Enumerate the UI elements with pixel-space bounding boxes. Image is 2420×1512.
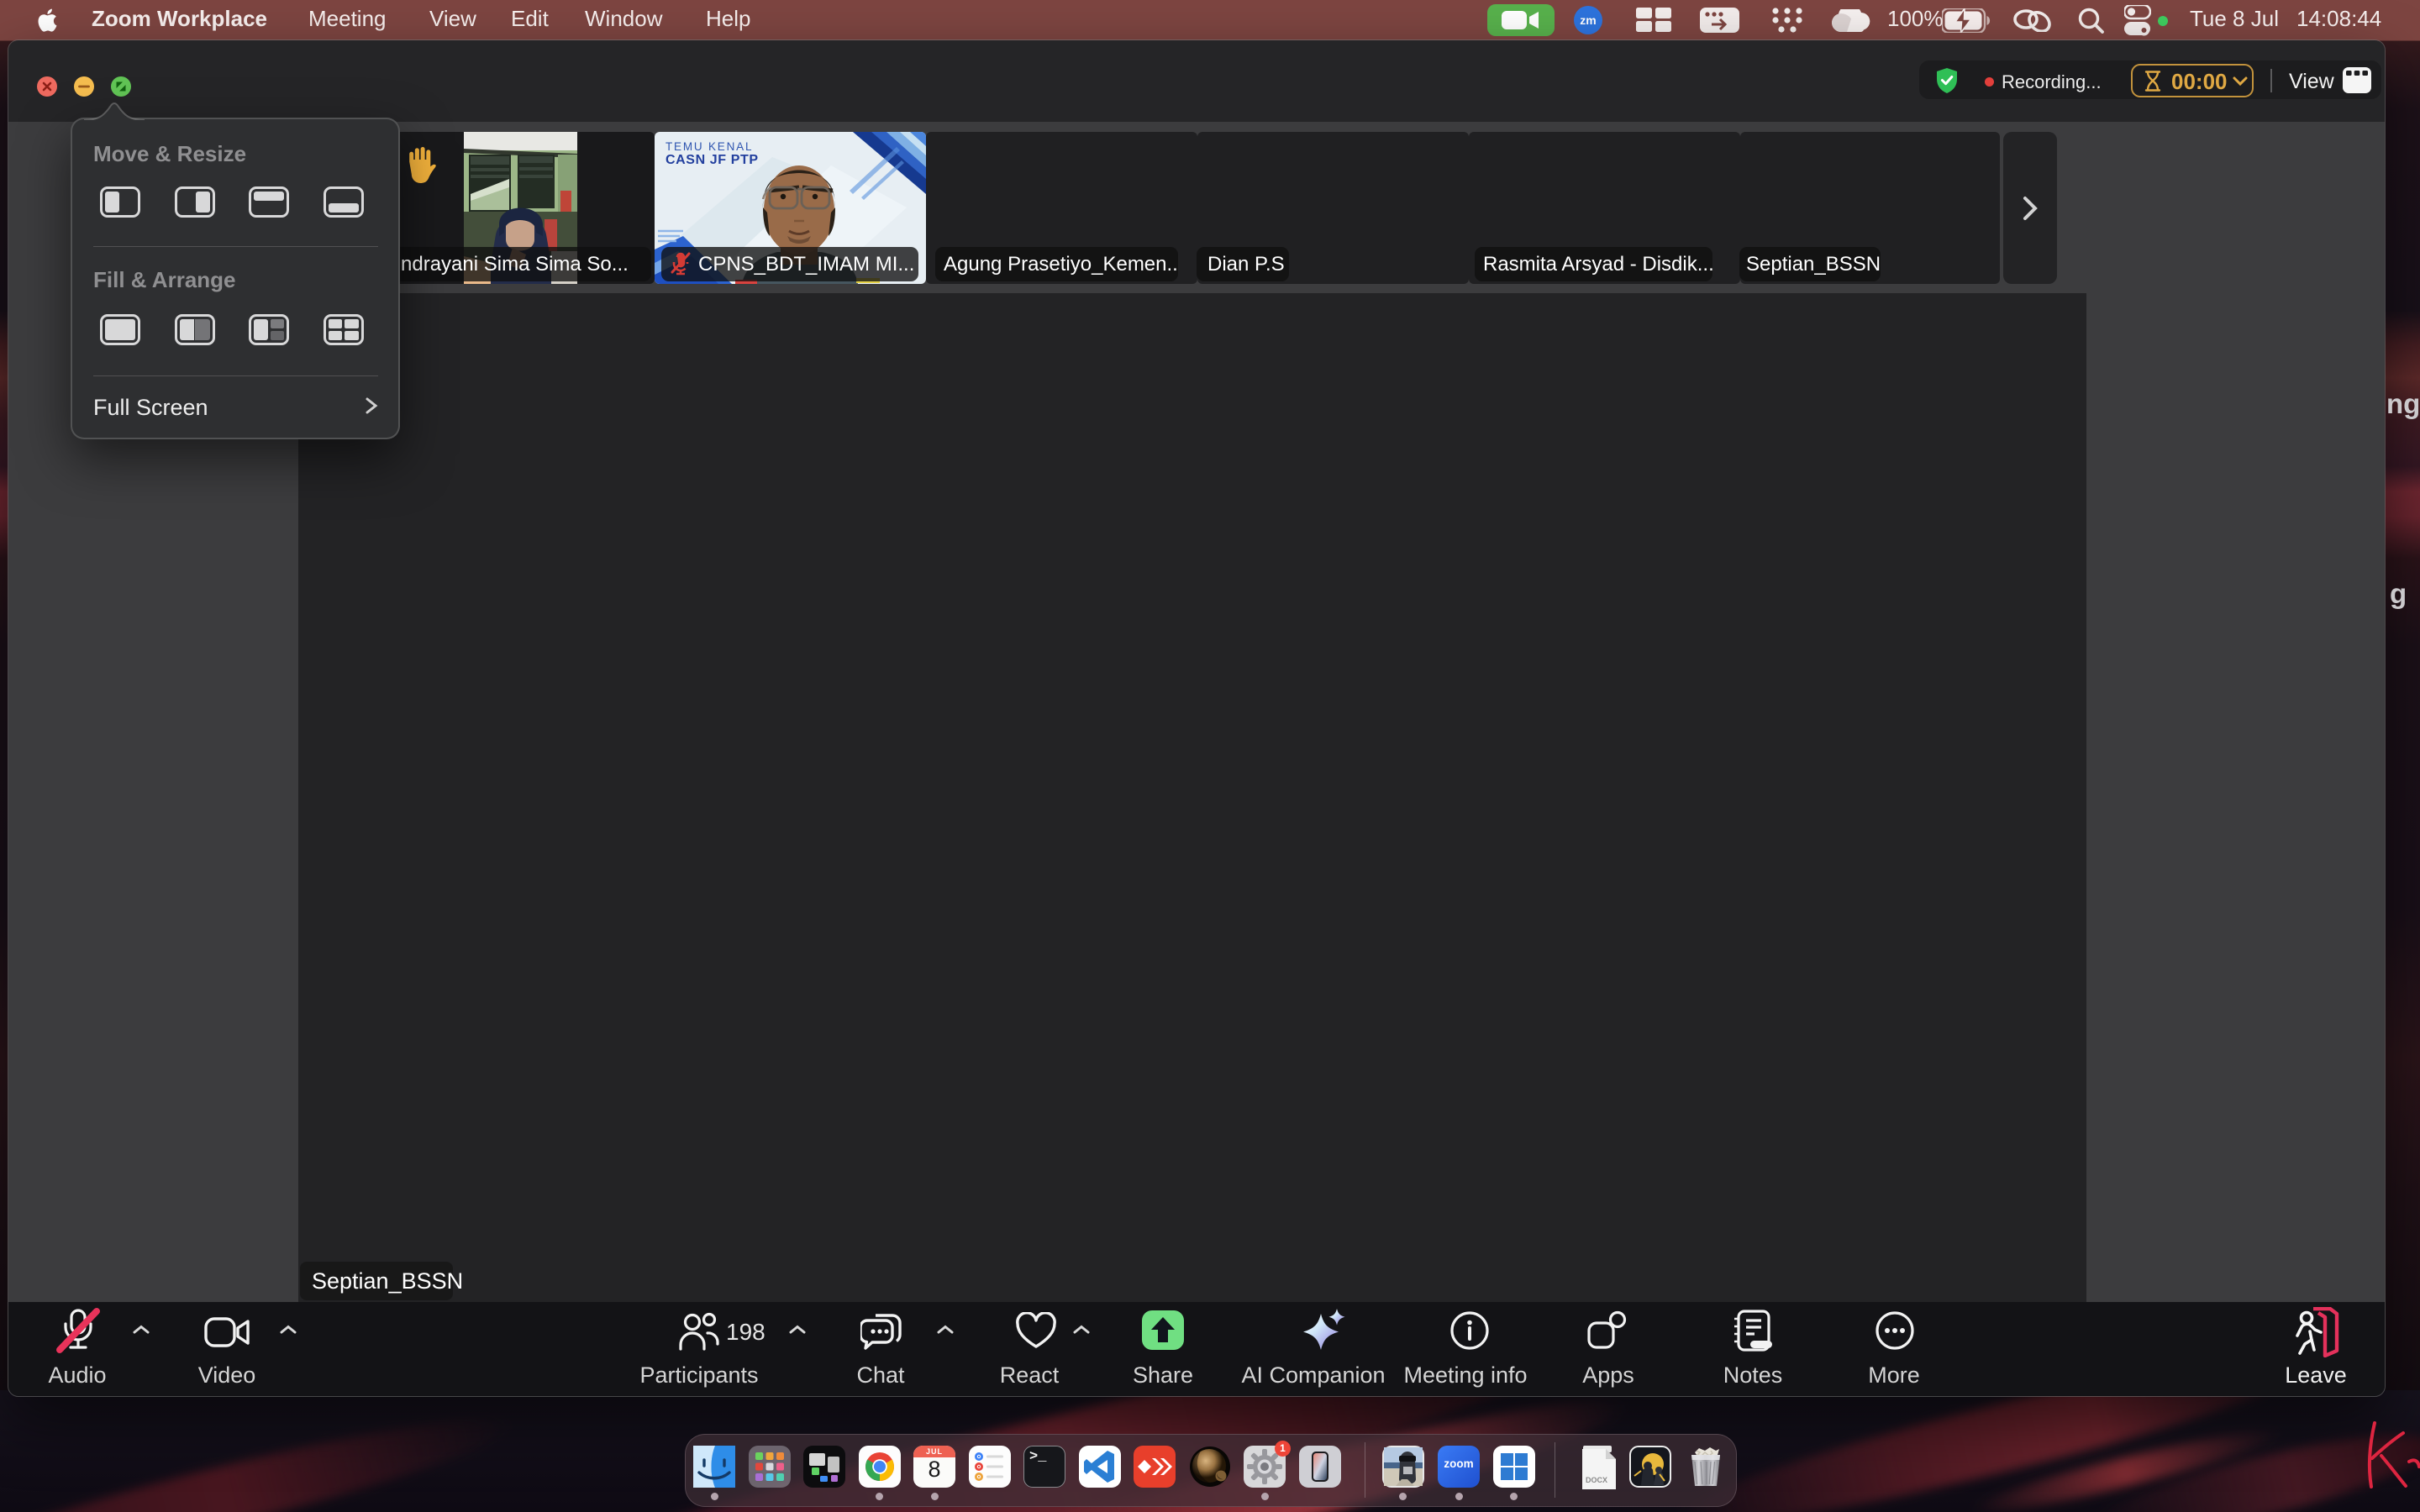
- svg-text:TEMU KENAL: TEMU KENAL: [666, 140, 753, 153]
- svg-text:DOCX: DOCX: [1586, 1476, 1607, 1484]
- svg-text:CASN JF PTP: CASN JF PTP: [666, 153, 759, 167]
